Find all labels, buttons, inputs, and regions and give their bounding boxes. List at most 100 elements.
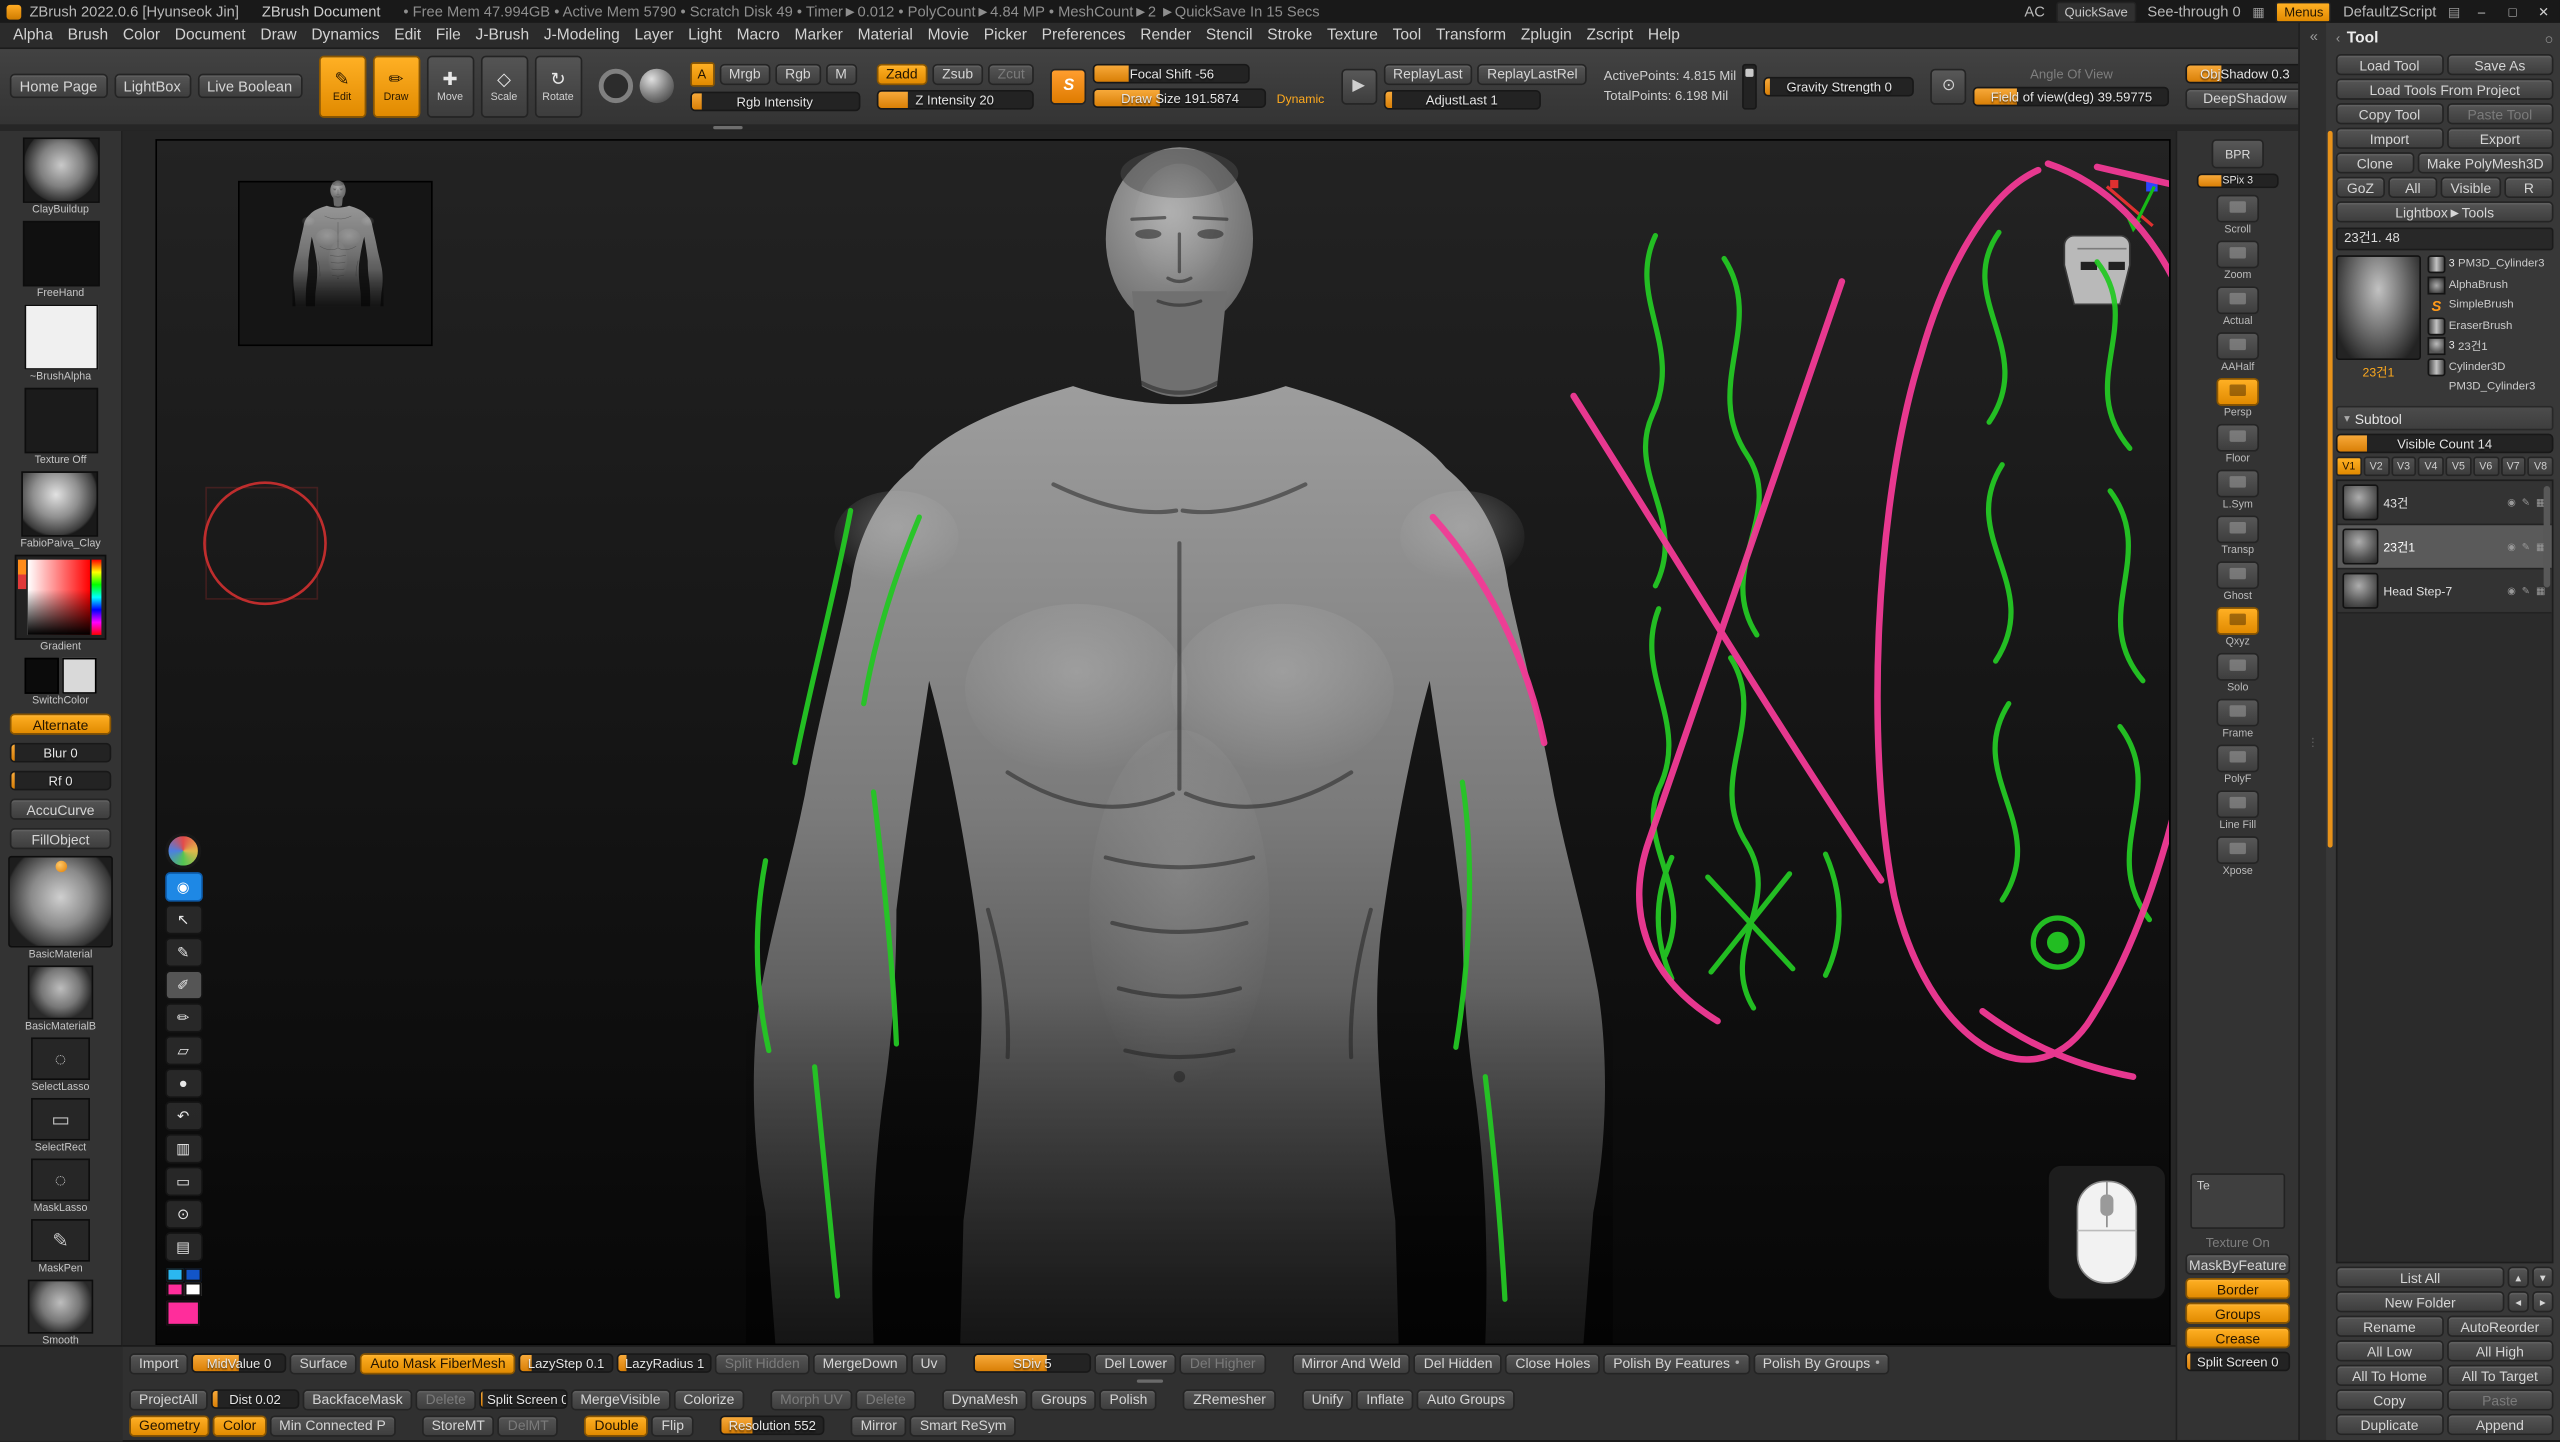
- claybuildup-thumbnail[interactable]: [22, 137, 99, 202]
- right-shelf-xpose[interactable]: Xpose: [2216, 836, 2259, 877]
- live-boolean-button[interactable]: Live Boolean: [197, 74, 302, 99]
- menu-draw[interactable]: Draw: [260, 26, 296, 44]
- angle-of-view-button[interactable]: Angle Of View: [1973, 66, 2169, 81]
- del-lower-button[interactable]: Del Lower: [1095, 1352, 1177, 1373]
- move-right-button[interactable]: ▸: [2532, 1291, 2553, 1312]
- palette-swatch-3[interactable]: [184, 1283, 200, 1296]
- subtool-tab-v7[interactable]: V7: [2500, 457, 2526, 477]
- border-button[interactable]: Border: [2185, 1278, 2290, 1299]
- right-shelf-l-sym[interactable]: L.Sym: [2216, 470, 2259, 511]
- smooth-thumbnail[interactable]: [28, 1280, 93, 1334]
- points-vertical-slider[interactable]: [1743, 63, 1758, 109]
- recent-tool-cylinder3d[interactable]: Cylinder3D: [2427, 358, 2553, 376]
- list-all-button[interactable]: List All: [2336, 1267, 2504, 1288]
- canvas-document[interactable]: ◉↖✎✐✏▱●↶▥▭⊙▤: [155, 139, 2170, 1345]
- storemt-button[interactable]: StoreMT: [422, 1415, 495, 1436]
- delete-button[interactable]: Delete: [416, 1388, 476, 1409]
- menu-document[interactable]: Document: [175, 26, 246, 44]
- fillobject-button[interactable]: FillObject: [10, 828, 111, 849]
- divider-grip[interactable]: ⋮: [2300, 736, 2328, 749]
- menu-edit[interactable]: Edit: [394, 26, 421, 44]
- inflate-button[interactable]: Inflate: [1356, 1388, 1414, 1409]
- menu-render[interactable]: Render: [1140, 26, 1191, 44]
- menu-alpha[interactable]: Alpha: [13, 26, 53, 44]
- l-sym-icon[interactable]: [2216, 470, 2259, 498]
- accucurve-button[interactable]: AccuCurve: [10, 799, 111, 820]
- delete-button[interactable]: Delete: [856, 1388, 916, 1409]
- paste-button[interactable]: Paste: [2446, 1389, 2553, 1410]
- subtool-tab-v6[interactable]: V6: [2473, 457, 2499, 477]
- import-button[interactable]: Import: [129, 1352, 188, 1373]
- field-of-view-deg-39-59775-slider[interactable]: Field of view(deg) 39.59775: [1973, 86, 2169, 106]
- rgb-intensity-slider[interactable]: Rgb Intensity: [690, 91, 860, 111]
- zadd-button[interactable]: Zadd: [876, 63, 927, 84]
- new-folder-button[interactable]: New Folder: [2336, 1291, 2504, 1312]
- rf-0-slider[interactable]: Rf 0: [10, 771, 111, 791]
- menu-material[interactable]: Material: [858, 26, 913, 44]
- current-color-swatch[interactable]: [167, 1301, 200, 1326]
- right-shelf-scroll[interactable]: Scroll: [2216, 195, 2259, 236]
- highlighter-icon[interactable]: ✐: [164, 970, 202, 999]
- sdiv-5-slider[interactable]: SDiv 5: [973, 1353, 1091, 1373]
- menu-dynamics[interactable]: Dynamics: [311, 26, 379, 44]
- import-button[interactable]: Import: [2336, 128, 2443, 149]
- switchcolor-thumbnail[interactable]: [25, 658, 97, 694]
- black-swatch[interactable]: [25, 658, 59, 694]
- copy-button[interactable]: Copy: [2336, 1389, 2443, 1410]
- viewport-3d[interactable]: [157, 141, 2169, 1344]
- menu-movie[interactable]: Movie: [928, 26, 969, 44]
- m-button[interactable]: M: [825, 63, 856, 84]
- persp-icon[interactable]: [2216, 378, 2259, 406]
- menu-brush[interactable]: Brush: [68, 26, 109, 44]
- see-through-slider[interactable]: See-through 0: [2147, 3, 2240, 19]
- subtool-item-head-step-7[interactable]: Head Step-7◉ ✎ ▦: [2338, 569, 2552, 613]
- menu-file[interactable]: File: [436, 26, 461, 44]
- notes-icon[interactable]: ▤: [164, 1232, 202, 1261]
- palette-menu-icon[interactable]: ○: [2545, 30, 2554, 46]
- bpr-button[interactable]: BPR: [2212, 139, 2264, 168]
- subtool-tab-v3[interactable]: V3: [2391, 457, 2417, 477]
- smart-resym-button[interactable]: Smart ReSym: [910, 1415, 1016, 1436]
- projectall-button[interactable]: ProjectAll: [129, 1388, 207, 1409]
- window-minimize-button[interactable]: –: [2472, 4, 2492, 19]
- alpha-a-toggle[interactable]: A: [690, 61, 715, 86]
- z-intensity-20-slider[interactable]: Z Intensity 20: [876, 89, 1033, 109]
- lightbox-button[interactable]: LightBox: [114, 74, 191, 99]
- subtool-tab-v5[interactable]: V5: [2445, 457, 2471, 477]
- rgb-button[interactable]: Rgb: [775, 63, 820, 84]
- camera-view-icon[interactable]: ⊙: [1931, 68, 1967, 104]
- maskpen-thumbnail[interactable]: ✎: [31, 1219, 90, 1262]
- trash-icon[interactable]: ▥: [164, 1134, 202, 1163]
- menu-stencil[interactable]: Stencil: [1206, 26, 1253, 44]
- geometry-button[interactable]: Geometry: [129, 1415, 210, 1436]
- pencil-icon[interactable]: ✏: [164, 1003, 202, 1032]
- move-down-button[interactable]: ▾: [2532, 1267, 2553, 1288]
- texture-palette-stub[interactable]: Te: [2190, 1173, 2285, 1229]
- brush-size-dot-icon[interactable]: ●: [164, 1069, 202, 1098]
- recent-tool-alphabrush[interactable]: AlphaBrush: [2427, 276, 2553, 294]
- polish-button[interactable]: Polish: [1100, 1388, 1158, 1409]
- save-as-button[interactable]: Save As: [2446, 54, 2553, 75]
- make-polymesh3d-button[interactable]: Make PolyMesh3D: [2417, 152, 2553, 173]
- transp-icon[interactable]: [2216, 515, 2259, 543]
- hue-bar[interactable]: [92, 560, 102, 635]
- subtool-tab-v1[interactable]: V1: [2336, 457, 2362, 477]
- dist-0-02-slider[interactable]: Dist 0.02: [211, 1389, 299, 1409]
- home-page-button[interactable]: Home Page: [10, 74, 107, 99]
- masklasso-thumbnail[interactable]: ◌: [31, 1159, 90, 1202]
- polish-by-groups-button[interactable]: Polish By Groups●: [1753, 1352, 1890, 1373]
- line-fill-icon[interactable]: [2216, 790, 2259, 818]
- split-screen-0-slider[interactable]: Split Screen 0: [2185, 1352, 2290, 1372]
- move-up-button[interactable]: ▴: [2508, 1267, 2529, 1288]
- brushalpha-thumbnail[interactable]: [24, 304, 98, 369]
- menu-macro[interactable]: Macro: [737, 26, 780, 44]
- window-close-button[interactable]: ✕: [2534, 4, 2554, 19]
- fabiopaiva-clay-thumbnail[interactable]: [22, 471, 99, 536]
- mirror-and-weld-button[interactable]: Mirror And Weld: [1292, 1352, 1411, 1373]
- lightbox-tools-button[interactable]: Lightbox►Tools: [2336, 201, 2554, 222]
- recent-tool-pm3d-cylinder3[interactable]: 3PM3D_Cylinder3: [2427, 255, 2553, 273]
- right-shelf-frame[interactable]: Frame: [2216, 699, 2259, 740]
- collapse-arrows-icon[interactable]: «: [2300, 23, 2328, 49]
- morph-uv-button[interactable]: Morph UV: [770, 1388, 852, 1409]
- menus-button[interactable]: Menus: [2276, 1, 2332, 22]
